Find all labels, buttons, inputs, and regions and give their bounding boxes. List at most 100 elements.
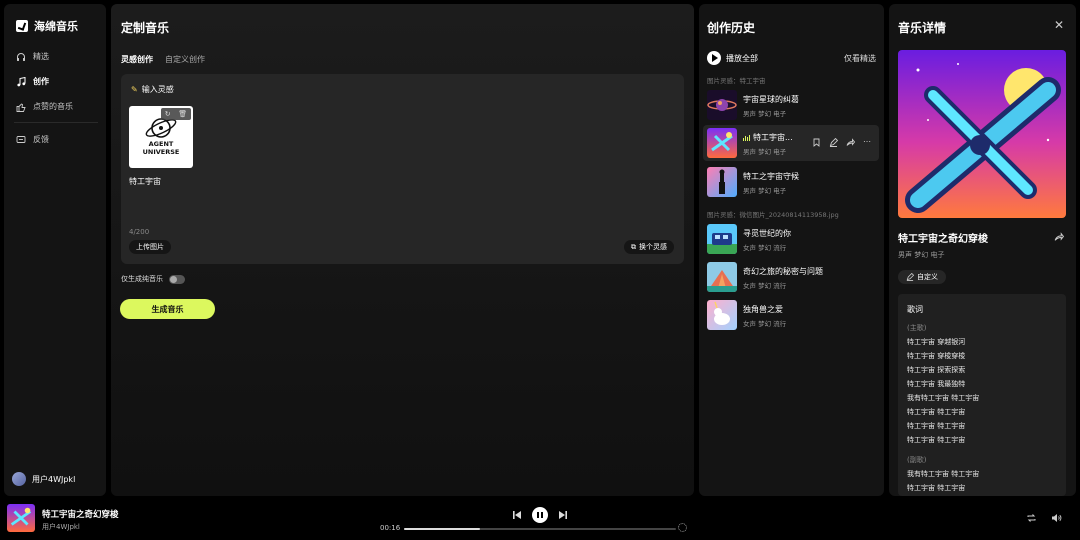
edit-icon bbox=[906, 273, 914, 281]
app-logo-icon bbox=[16, 20, 28, 32]
song-tags: 女声 梦幻 流行 bbox=[743, 282, 787, 290]
brand[interactable]: 海绵音乐 bbox=[16, 18, 78, 34]
list-item-active[interactable]: 特工宇宙... 男声 梦幻 电子 ⋯ bbox=[703, 125, 879, 161]
list-item[interactable]: 宇宙星球的纠葛 男声 梦幻 电子 bbox=[703, 87, 879, 123]
row-actions: ⋯ bbox=[812, 138, 871, 147]
song-title: 特工之宇宙守候 bbox=[743, 172, 799, 181]
song-title: 寻觅世纪的你 bbox=[743, 229, 791, 238]
player-cover[interactable] bbox=[7, 504, 35, 532]
song-title-text: 特工宇宙... bbox=[753, 133, 793, 142]
thumbs-up-icon bbox=[16, 102, 26, 112]
player-bar: 特工宇宙之奇幻穿梭 用户4WJpkl 00:16 bbox=[0, 498, 1080, 540]
input-title-label: 输入灵感 bbox=[141, 85, 174, 94]
upload-image-button[interactable]: 上传图片 bbox=[129, 240, 171, 254]
lyric-line: 特工宇宙 特工宇宙 bbox=[907, 484, 966, 492]
song-title: 特工宇宙之奇幻穿梭 bbox=[898, 234, 988, 245]
song-cover bbox=[707, 262, 737, 292]
inspiration-input-card[interactable]: ✎ 输入灵感 AGENT UNIVERSE ↻ 🗑 特工宇宙 4/200 上传图… bbox=[121, 74, 684, 264]
lyric-line: 特工宇宙 穿越银河 bbox=[907, 338, 966, 346]
upload-image-label: 上传图片 bbox=[136, 243, 164, 251]
edit-icon[interactable] bbox=[829, 138, 838, 147]
tab-inspiration[interactable]: 灵感创作 bbox=[121, 54, 153, 65]
lyric-line: 特工宇宙 我最独特 bbox=[907, 380, 966, 388]
share-icon[interactable] bbox=[1054, 232, 1064, 242]
instrumental-toggle-label: 仅生成纯音乐 bbox=[121, 275, 163, 283]
list-item[interactable]: 特工之宇宙守候 男声 梦幻 电子 bbox=[703, 164, 879, 200]
next-icon[interactable] bbox=[558, 510, 568, 520]
logo-text-agent: AGENT bbox=[149, 140, 174, 148]
play-all-button[interactable]: 播放全部 bbox=[707, 51, 758, 65]
pause-icon bbox=[537, 512, 539, 518]
sidebar-item-featured[interactable]: 精选 bbox=[16, 51, 49, 62]
sidebar: 海绵音乐 精选 创作 点赞的音乐 反馈 用户4WJpkl bbox=[4, 4, 106, 496]
song-tags: 男声 梦幻 电子 bbox=[898, 251, 945, 259]
app-name: 海绵音乐 bbox=[34, 20, 78, 33]
list-item[interactable]: 奇幻之旅的秘密与问题 女声 梦幻 流行 bbox=[703, 259, 879, 295]
page-title: 定制音乐 bbox=[121, 21, 170, 35]
uploaded-image[interactable]: AGENT UNIVERSE ↻ 🗑 bbox=[129, 106, 193, 168]
song-cover bbox=[707, 90, 737, 120]
username: 用户4WJpkl bbox=[32, 474, 76, 484]
lyric-line: 我有特工宇宙 特工宇宙 bbox=[907, 470, 980, 478]
lyric-line: 特工宇宙 特工宇宙 bbox=[907, 422, 966, 430]
more-icon[interactable]: ⋯ bbox=[863, 138, 871, 147]
lyric-line: 我有特工宇宙 特工宇宙 bbox=[907, 394, 980, 402]
repeat-icon[interactable] bbox=[1026, 513, 1037, 523]
lyric-line: 特工宇宙 探索探索 bbox=[907, 366, 966, 374]
dice-icon: ⧉ bbox=[631, 242, 636, 251]
lyrics-section-label: (主歌) bbox=[907, 324, 927, 332]
pause-button[interactable] bbox=[532, 507, 548, 523]
player-title: 特工宇宙之奇幻穿梭 bbox=[42, 510, 119, 520]
image-tools: ↻ 🗑 bbox=[161, 108, 191, 120]
loading-icon bbox=[678, 523, 687, 532]
generate-music-button[interactable]: 生成音乐 bbox=[120, 299, 215, 319]
close-icon[interactable]: ✕ bbox=[1054, 18, 1064, 32]
magic-wand-icon: ✎ bbox=[131, 85, 138, 94]
refresh-icon[interactable]: ↻ bbox=[165, 110, 171, 118]
lyric-line: 特工宇宙 特工宇宙 bbox=[907, 408, 966, 416]
instrumental-toggle-row: 仅生成纯音乐 bbox=[121, 274, 185, 284]
sidebar-item-label: 创作 bbox=[33, 77, 49, 86]
player-artist: 用户4WJpkl bbox=[42, 523, 80, 531]
customize-label: 自定义 bbox=[917, 273, 938, 281]
bookmark-icon[interactable] bbox=[812, 138, 821, 147]
current-time: 00:16 bbox=[380, 524, 401, 532]
song-title: 特工宇宙... bbox=[743, 132, 793, 143]
song-cover bbox=[707, 167, 737, 197]
shuffle-inspiration-label: 换个灵感 bbox=[639, 243, 667, 251]
song-tags: 男声 梦幻 电子 bbox=[743, 148, 787, 156]
user-profile[interactable]: 用户4WJpkl bbox=[12, 472, 75, 486]
volume-icon[interactable] bbox=[1051, 513, 1062, 523]
music-note-icon bbox=[17, 76, 26, 86]
song-cover bbox=[707, 128, 737, 158]
detail-title: 音乐详情 bbox=[898, 21, 947, 35]
sidebar-item-label: 反馈 bbox=[33, 135, 49, 144]
group-label: 图片灵感：微信图片_20240814113958.jpg bbox=[707, 211, 839, 219]
sidebar-item-label: 精选 bbox=[33, 52, 49, 61]
customize-button[interactable]: 自定义 bbox=[898, 270, 946, 284]
song-cover-large bbox=[898, 50, 1066, 218]
previous-icon[interactable] bbox=[512, 510, 522, 520]
progress-fill bbox=[404, 528, 481, 530]
sidebar-item-feedback[interactable]: 反馈 bbox=[16, 134, 49, 145]
song-tags: 女声 梦幻 流行 bbox=[743, 320, 787, 328]
share-icon[interactable] bbox=[846, 138, 855, 147]
song-title: 奇幻之旅的秘密与问题 bbox=[743, 267, 823, 276]
only-picks-filter[interactable]: 仅看精选 bbox=[844, 53, 876, 64]
headphones-icon bbox=[17, 52, 25, 61]
tab-custom[interactable]: 自定义创作 bbox=[165, 54, 205, 65]
sidebar-item-liked[interactable]: 点赞的音乐 bbox=[16, 101, 73, 112]
trash-icon[interactable]: 🗑 bbox=[178, 110, 187, 118]
group-label: 图片灵感：特工宇宙 bbox=[707, 77, 766, 85]
list-item[interactable]: 独角兽之爱 女声 梦幻 流行 bbox=[703, 297, 879, 333]
instrumental-toggle[interactable] bbox=[169, 274, 185, 284]
sidebar-item-create[interactable]: 创作 bbox=[16, 76, 49, 87]
sidebar-item-label: 点赞的音乐 bbox=[33, 102, 73, 111]
list-item[interactable]: 寻觅世纪的你 女声 梦幻 流行 bbox=[703, 221, 879, 257]
image-caption: 特工宇宙 bbox=[129, 177, 161, 186]
shuffle-inspiration-button[interactable]: ⧉ 换个灵感 bbox=[624, 240, 674, 254]
history-panel: 创作历史 播放全部 仅看精选 图片灵感：特工宇宙 宇宙星球的纠葛 男声 梦幻 电… bbox=[699, 4, 884, 496]
progress-bar[interactable] bbox=[404, 528, 676, 530]
lyrics-panel[interactable]: 歌词 (主歌) 特工宇宙 穿越银河 特工宇宙 穿梭穿梭 特工宇宙 探索探索 特工… bbox=[898, 294, 1066, 496]
play-all-label: 播放全部 bbox=[726, 53, 758, 63]
